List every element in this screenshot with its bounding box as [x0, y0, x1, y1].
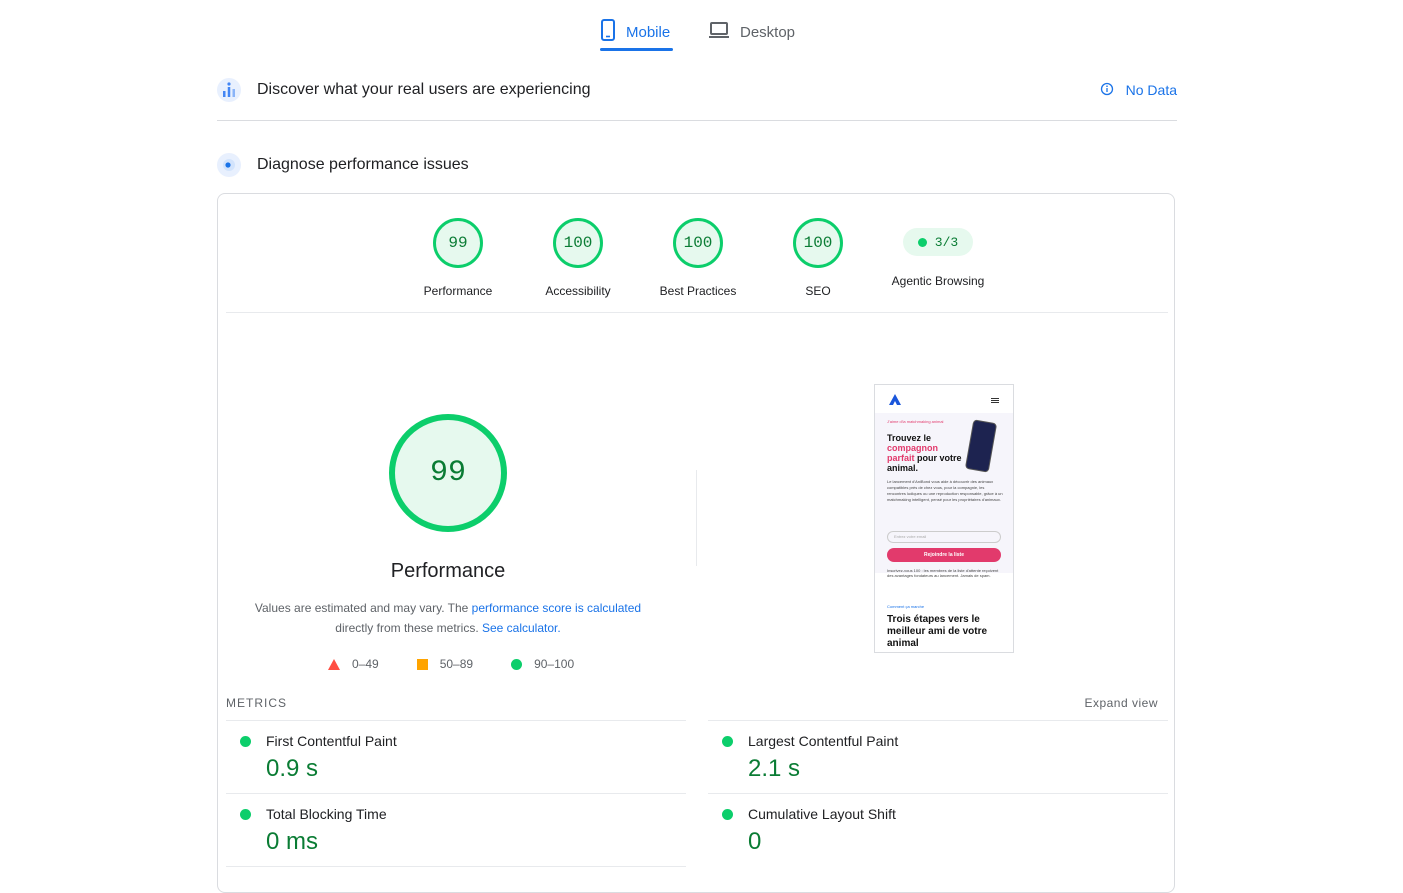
agentic-label: Agentic Browsing — [891, 274, 985, 288]
card-divider — [226, 312, 1168, 313]
performance-title: Performance — [390, 560, 506, 582]
active-tab-indicator — [600, 48, 673, 51]
lab-data-card: 99 Performance 100 Accessibility 100 Bes… — [217, 193, 1175, 893]
smartphone-icon — [600, 19, 616, 45]
diagnose-row: Diagnose performance issues — [217, 149, 1177, 181]
metric-value: 0.9 s — [266, 755, 319, 782]
metric-name: Total Blocking Time — [266, 806, 387, 822]
preview-subheading: Trois étapes vers le meilleur ami de vot… — [887, 614, 988, 649]
performance-score-link[interactable]: performance score is calculated — [472, 601, 641, 615]
preview-small-print: Inscrivez-vous 100 : les membres de la l… — [887, 568, 999, 578]
preview-heading-part1: Trouvez le — [887, 433, 932, 443]
site-logo-icon — [887, 393, 903, 407]
tab-mobile-label: Mobile — [626, 23, 671, 41]
legend-fail: 0–49 — [328, 657, 379, 671]
metrics-bottom-divider — [226, 866, 686, 867]
gauge-best-practices-label: Best Practices — [659, 284, 737, 298]
device-tabs: Mobile Desktop — [0, 0, 1403, 60]
metric-value: 0 — [748, 828, 762, 855]
no-data-label: No Data — [1125, 82, 1177, 98]
laptop-icon — [708, 21, 730, 43]
pass-dot-icon — [240, 736, 251, 747]
preview-paragraph: Le lancement d'AniBond vous aide à décou… — [887, 479, 1003, 502]
metric-tbt: Total Blocking Time 0 ms — [226, 793, 686, 866]
page-screenshot-thumbnail[interactable]: J'aime d'la matchmaking animal Trouvez l… — [874, 384, 1014, 653]
agentic-pill: 3/3 — [903, 228, 973, 256]
average-square-icon — [416, 658, 428, 670]
preview-tagline: J'aime d'la matchmaking animal — [887, 419, 944, 424]
gauge-performance-label: Performance — [423, 284, 493, 298]
preview-kicker: Comment ça marche — [887, 604, 925, 609]
gauge-performance-score: 99 — [433, 218, 483, 268]
diagnose-title: Diagnose performance issues — [257, 156, 469, 173]
tab-mobile[interactable]: Mobile — [600, 14, 670, 50]
pass-dot-icon — [917, 237, 927, 247]
see-calculator-link[interactable]: See calculator. — [482, 621, 561, 635]
gauge-agentic-browsing[interactable]: 3/3 Agentic Browsing — [878, 214, 998, 288]
legend-fail-label: 0–49 — [352, 657, 379, 671]
field-data-title: Discover what your real users are experi… — [257, 81, 591, 98]
vertical-separator — [696, 470, 697, 566]
gauge-seo[interactable]: 100 SEO — [758, 214, 878, 298]
metric-value: 0 ms — [266, 828, 319, 855]
gauge-accessibility[interactable]: 100 Accessibility — [518, 214, 638, 298]
tab-desktop-label: Desktop — [740, 23, 796, 41]
gauge-seo-score: 100 — [793, 218, 843, 268]
metric-name: Cumulative Layout Shift — [748, 806, 896, 822]
desc-middle: directly from these metrics. — [335, 621, 482, 635]
metric-fcp: First Contentful Paint 0.9 s — [226, 720, 686, 793]
performance-description: Values are estimated and may vary. The p… — [248, 598, 648, 638]
preview-join-button: Rejoindre la liste — [887, 548, 1001, 562]
gauge-accessibility-label: Accessibility — [545, 284, 611, 298]
info-icon — [1100, 82, 1114, 99]
legend-average: 50–89 — [416, 657, 474, 671]
no-data-indicator[interactable]: No Data — [1100, 82, 1177, 99]
gauge-performance[interactable]: 99 Performance — [398, 214, 518, 298]
metrics-title: METRICS — [226, 696, 287, 710]
desc-prefix: Values are estimated and may vary. The — [254, 601, 472, 615]
preview-email-input: Entrez votre email — [887, 531, 1001, 543]
score-gauges: 99 Performance 100 Accessibility 100 Bes… — [218, 214, 1176, 304]
section-divider — [217, 120, 1177, 121]
score-legend: 0–49 50–89 90–100 — [328, 656, 612, 672]
diagnose-icon — [217, 153, 241, 177]
preview-heading: Trouvez le compagnon parfait pour votre … — [887, 433, 963, 473]
metric-cls: Cumulative Layout Shift 0 — [708, 793, 1168, 866]
pass-dot-icon — [722, 736, 733, 747]
performance-big-gauge: 99 — [389, 414, 507, 532]
gauge-accessibility-score: 100 — [553, 218, 603, 268]
pass-dot-icon — [240, 809, 251, 820]
pass-dot-icon — [722, 809, 733, 820]
agentic-value: 3/3 — [934, 234, 959, 250]
pass-circle-icon — [511, 658, 523, 670]
gauge-seo-label: SEO — [805, 284, 831, 298]
legend-pass-label: 90–100 — [534, 657, 575, 671]
legend-average-label: 50–89 — [439, 657, 474, 671]
metric-name: Largest Contentful Paint — [748, 733, 899, 749]
metric-value: 2.1 s — [748, 755, 801, 782]
gauge-best-practices-score: 100 — [673, 218, 723, 268]
legend-pass: 90–100 — [511, 657, 574, 671]
metric-lcp: Largest Contentful Paint 2.1 s — [708, 720, 1168, 793]
tab-desktop[interactable]: Desktop — [708, 14, 795, 50]
metric-name: First Contentful Paint — [266, 733, 397, 749]
field-data-row: Discover what your real users are experi… — [217, 74, 1177, 106]
gauge-best-practices[interactable]: 100 Best Practices — [638, 214, 758, 298]
expand-view-toggle[interactable]: Expand view — [1084, 696, 1158, 710]
fail-triangle-icon — [328, 658, 340, 670]
users-chart-icon — [217, 78, 241, 102]
hamburger-menu-icon — [991, 398, 999, 399]
